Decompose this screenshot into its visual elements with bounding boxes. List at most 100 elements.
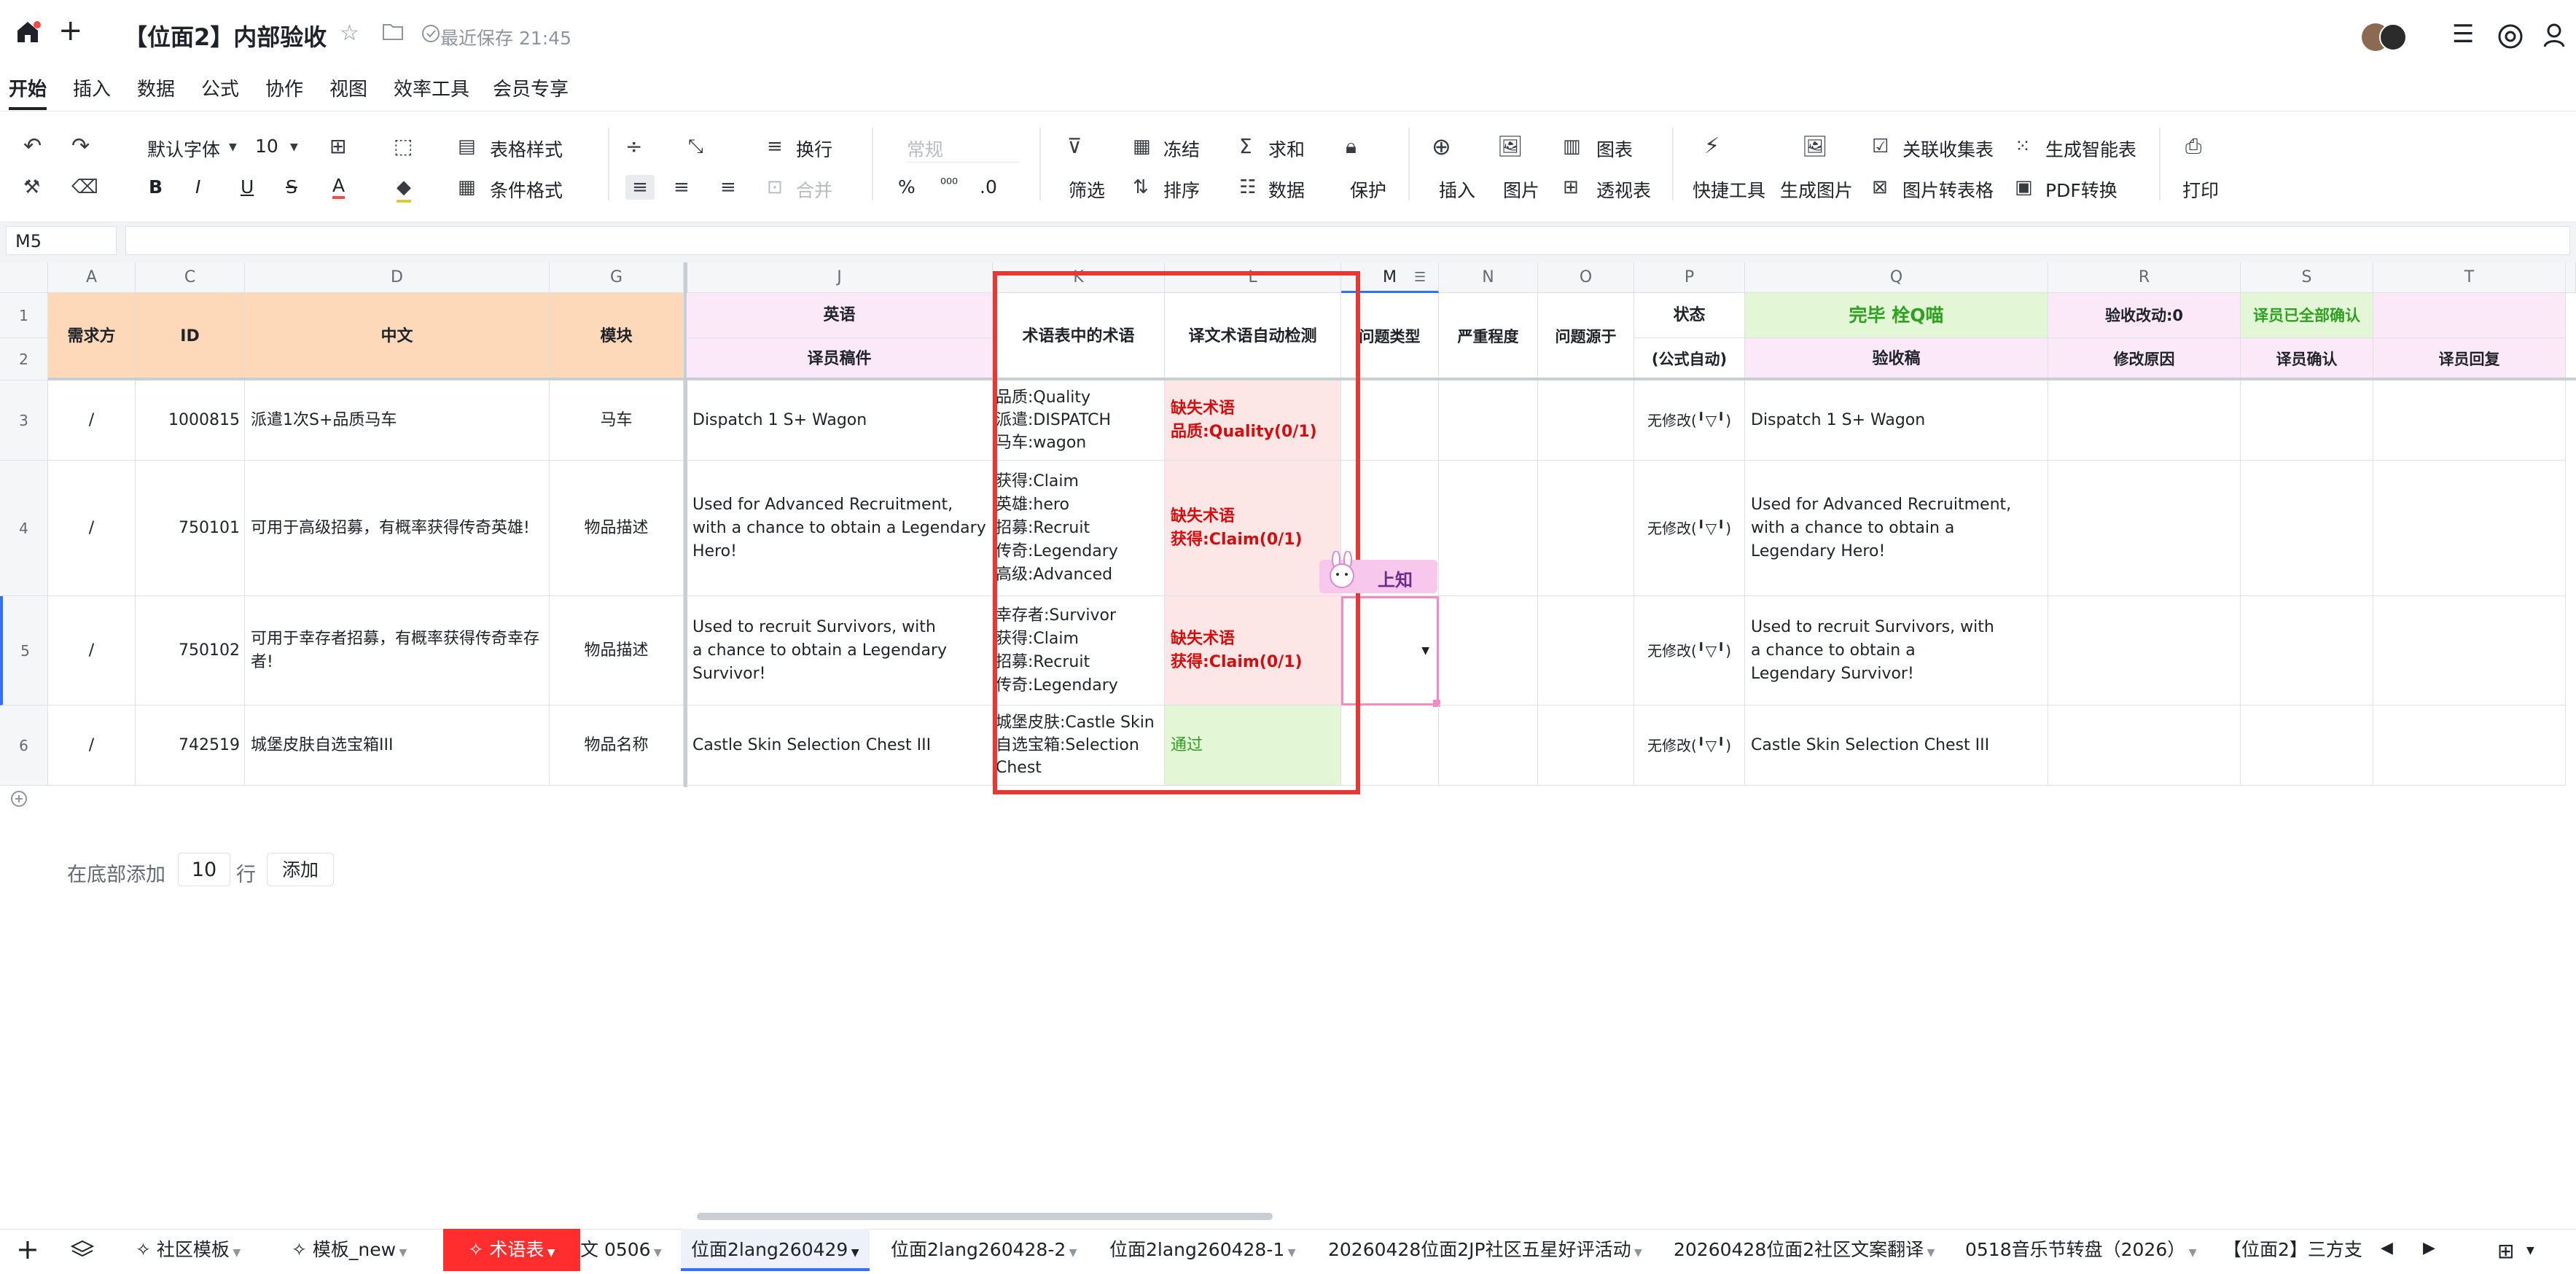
wrap-icon[interactable]: ≡ <box>767 134 783 159</box>
user-icon[interactable] <box>2542 22 2572 52</box>
cell-status[interactable]: 无修改(╹▽╹) <box>1634 380 1745 461</box>
menu-data[interactable]: 数据 <box>137 74 175 101</box>
border-icon[interactable]: ⊞ <box>329 134 346 159</box>
cell-status[interactable]: 无修改(╹▽╹) <box>1634 706 1745 786</box>
cell-change-reason[interactable] <box>2048 380 2241 461</box>
header-all-confirmed[interactable]: 译员已全部确认 <box>2241 293 2373 338</box>
cell-change-reason[interactable] <box>2048 596 2241 706</box>
align-right-icon[interactable]: ≡ <box>720 175 736 200</box>
percent-icon[interactable]: % <box>898 176 916 198</box>
add-rows-count-input[interactable]: 10 <box>178 853 230 886</box>
sheet-tab[interactable]: 【位面2】三方支 <box>2223 1229 2362 1271</box>
cell-reply[interactable] <box>2373 461 2566 596</box>
print-button[interactable]: 打印 <box>2182 176 2219 203</box>
tab-caret-icon[interactable]: ▼ <box>544 1247 555 1259</box>
align-center-icon[interactable]: ≡ <box>674 175 690 200</box>
grid-view-icon[interactable]: ⊞ <box>2497 1239 2514 1263</box>
image-button[interactable]: 图片 <box>1503 176 1539 203</box>
sheet-tab-glossary[interactable]: ✧ 术语表 ▼ <box>443 1229 580 1271</box>
tab-caret-icon[interactable]: ▼ <box>848 1247 859 1259</box>
sheet-tab[interactable]: ✧ 模板_new ▼ <box>292 1229 407 1271</box>
cell-chinese[interactable]: 城堡皮肤自选宝箱III <box>245 706 550 786</box>
clear-format-icon[interactable]: ⌫ <box>71 175 98 200</box>
cell-module[interactable]: 物品描述 <box>550 596 684 706</box>
menu-collab[interactable]: 协作 <box>265 74 303 101</box>
header-acceptance-changes[interactable]: 验收改动:0 <box>2048 293 2241 338</box>
new-doc-icon[interactable]: + <box>58 16 83 45</box>
sum-icon[interactable]: Σ <box>1239 134 1252 159</box>
cell-english[interactable]: Used for Advanced Recruitment, with a ch… <box>687 461 993 596</box>
format-painter-icon[interactable]: ⚒ <box>23 175 40 200</box>
header-translator-reply[interactable]: 译员回复 <box>2373 338 2566 380</box>
cond-format-button[interactable]: 条件格式 <box>490 176 563 203</box>
col-header[interactable]: O <box>1538 262 1634 293</box>
cell-confirm[interactable] <box>2241 461 2373 596</box>
smart-table-button[interactable]: 生成智能表 <box>2045 136 2136 162</box>
row-header[interactable]: 1 <box>0 293 48 338</box>
size-select[interactable]: 10 <box>255 136 278 157</box>
cell-id[interactable]: 742519 <box>136 706 245 786</box>
cell-acceptance[interactable]: Used for Advanced Recruitment, with a ch… <box>1745 461 2048 596</box>
sheet-tab-active[interactable]: 位面2lang260429 ▼ <box>681 1229 870 1271</box>
pivot-button[interactable]: 透视表 <box>1596 176 1651 203</box>
pdf-button[interactable]: PDF转换 <box>2045 176 2118 203</box>
data-icon[interactable]: ☷ <box>1239 175 1256 200</box>
sheet-tab[interactable]: 文 0506 ▼ <box>580 1229 662 1271</box>
filter-button[interactable]: 筛选 <box>1069 176 1105 203</box>
cell-reply[interactable] <box>2373 706 2566 786</box>
col-header[interactable]: R <box>2048 262 2241 293</box>
cell-requester[interactable]: / <box>48 706 136 786</box>
corner-cell[interactable] <box>0 262 48 293</box>
tab-caret-icon[interactable]: ▼ <box>2185 1247 2197 1259</box>
horizontal-scrollbar[interactable] <box>697 1213 1273 1220</box>
grid-view-caret-icon[interactable]: ▼ <box>2526 1245 2534 1257</box>
cell-confirm[interactable] <box>2241 706 2373 786</box>
row-header[interactable]: 4 <box>0 461 48 596</box>
add-row-icon[interactable] <box>10 790 28 810</box>
image-icon[interactable]: 🖼︎ <box>1497 134 1523 159</box>
cell-chinese[interactable]: 派遣1次S+品质马车 <box>245 380 550 461</box>
quick-tools-icon[interactable]: ⚡︎ <box>1704 134 1720 159</box>
tab-caret-icon[interactable]: ▼ <box>1066 1247 1077 1259</box>
print-icon[interactable]: ⎙ <box>2185 134 2201 159</box>
merge-button[interactable]: 合并 <box>796 176 832 203</box>
menu-start[interactable]: 开始 <box>9 74 47 110</box>
row-header[interactable]: 2 <box>0 338 48 380</box>
cell-status[interactable]: 无修改(╹▽╹) <box>1634 461 1745 596</box>
align-left-icon[interactable]: ≡ <box>625 175 655 200</box>
lock-icon[interactable]: 🔒︎ <box>1346 134 1357 159</box>
cell-requester[interactable]: / <box>48 596 136 706</box>
cell-english[interactable]: Castle Skin Selection Chest III <box>687 706 993 786</box>
table-style-button[interactable]: 表格样式 <box>490 136 563 162</box>
undo-icon[interactable]: ↶ <box>23 134 42 159</box>
sheet-tab[interactable]: 20260428位面2社区文案翻译 ▼ <box>1674 1229 1935 1271</box>
text-rotate-icon[interactable]: ⤡ <box>688 134 703 159</box>
sum-button[interactable]: 求和 <box>1268 136 1305 162</box>
add-sheet-icon[interactable]: + <box>16 1235 39 1264</box>
image-to-table-button[interactable]: 图片转表格 <box>1902 176 1994 203</box>
cell-reply[interactable] <box>2373 380 2566 461</box>
cell-english[interactable]: Dispatch 1 S+ Wagon <box>687 380 993 461</box>
size-caret-icon[interactable]: ▼ <box>290 141 298 153</box>
cell-change-reason[interactable] <box>2048 461 2241 596</box>
font-caret-icon[interactable]: ▼ <box>229 141 237 153</box>
menu-insert[interactable]: 插入 <box>73 74 111 101</box>
filter-small-icon[interactable]: ☰ <box>1414 270 1426 285</box>
cell-issue-source[interactable] <box>1538 461 1634 596</box>
cell-acceptance[interactable]: Dispatch 1 S+ Wagon <box>1745 380 2048 461</box>
header-issue-source[interactable]: 问题源于 <box>1538 293 1634 380</box>
header-severity[interactable]: 严重程度 <box>1439 293 1538 380</box>
sheet-tab[interactable]: 20260428位面2JP社区五星好评活动 ▼ <box>1328 1229 1642 1271</box>
cell-confirm[interactable] <box>2241 380 2373 461</box>
cell-requester[interactable]: / <box>48 461 136 596</box>
header-module[interactable]: 模块 <box>550 293 684 380</box>
sheet-tab[interactable]: 0518音乐节转盘（2026） ▼ <box>1965 1229 2196 1271</box>
cell-change-reason[interactable] <box>2048 706 2241 786</box>
quick-tools-button[interactable]: 快捷工具 <box>1693 176 1765 203</box>
add-rows-button[interactable]: 添加 <box>267 853 334 886</box>
cell-severity[interactable] <box>1439 461 1538 596</box>
gen-image-icon[interactable]: 🖼︎ <box>1802 134 1828 159</box>
font-select[interactable]: 默认字体 <box>147 136 220 162</box>
header-status[interactable]: 状态 <box>1634 293 1745 338</box>
menu-icon[interactable]: ☰ <box>2452 22 2474 47</box>
